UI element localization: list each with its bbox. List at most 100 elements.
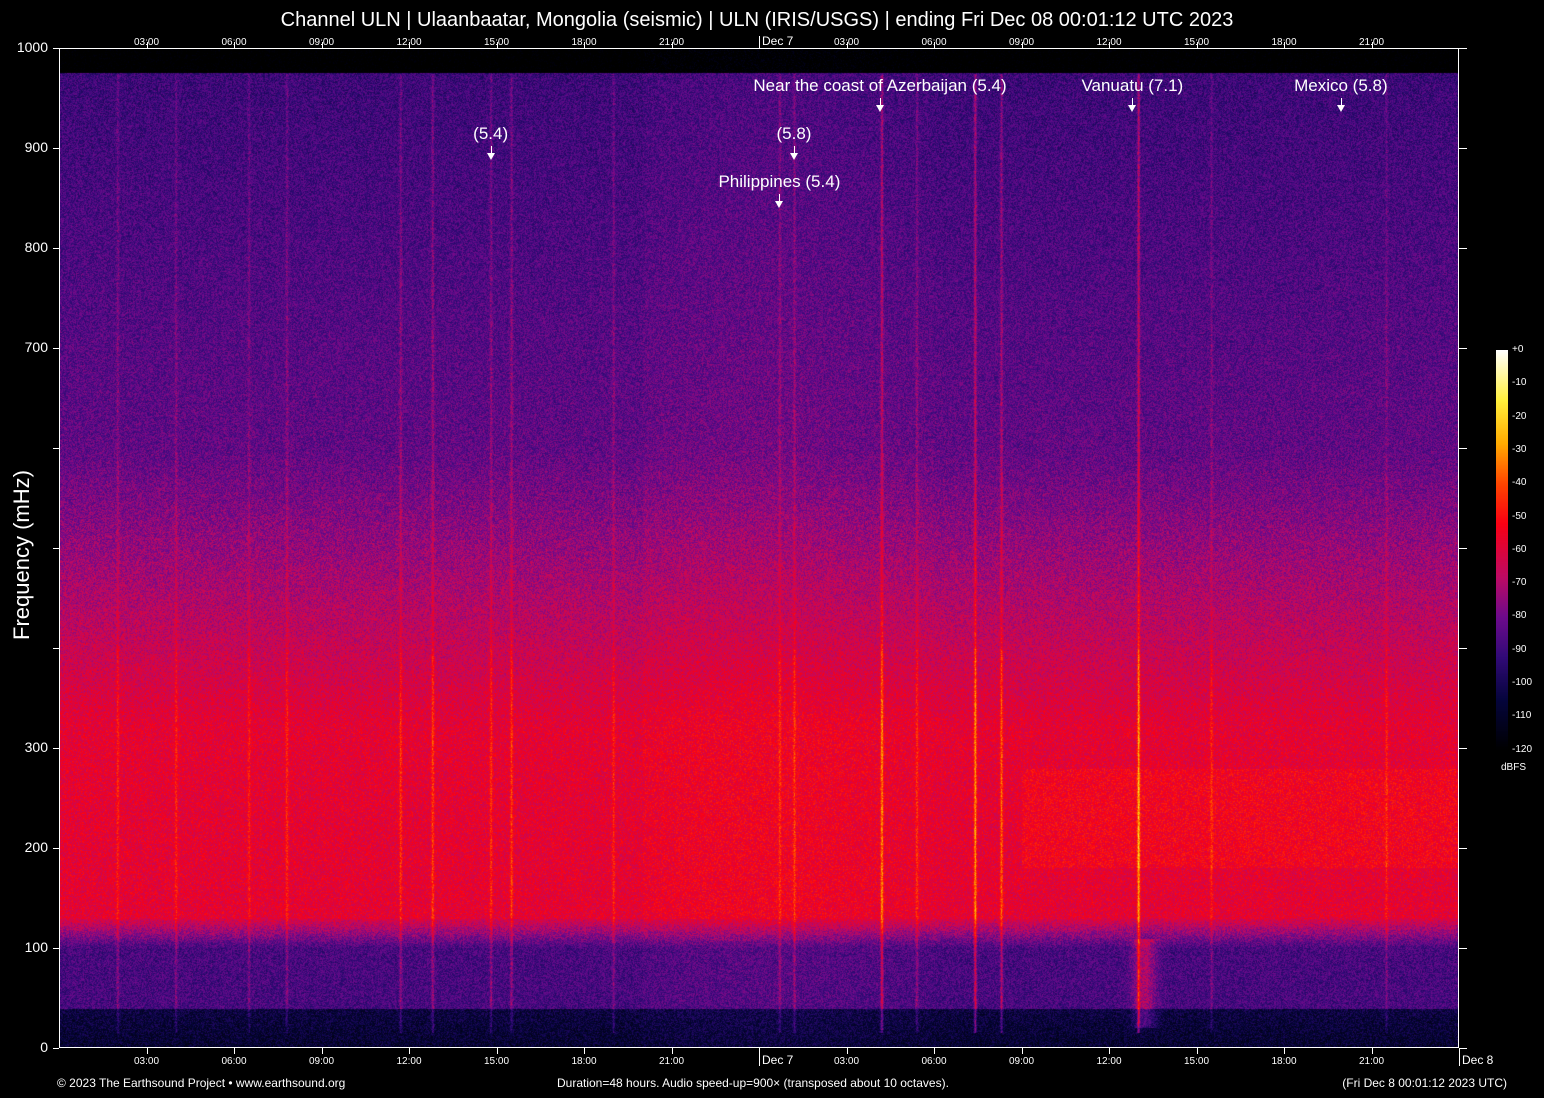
x-tick-label: 03:00 xyxy=(134,1056,159,1067)
x-tick-label-top: 09:00 xyxy=(1009,37,1034,48)
y-tick-mark xyxy=(53,48,59,49)
y-tick-mark xyxy=(53,148,59,149)
event-label: Vanuatu (7.1) xyxy=(1081,76,1183,96)
x-tick-label-top: 09:00 xyxy=(309,37,334,48)
x-tick-label: 09:00 xyxy=(1009,1056,1034,1067)
y-tick-label: 900 xyxy=(8,139,48,155)
y-tick-mark-right xyxy=(1459,548,1467,549)
x-tick-label-top: 21:00 xyxy=(1359,37,1384,48)
x-tick-label-top: 12:00 xyxy=(396,37,421,48)
end-time: (Fri Dec 8 00:01:12 2023 UTC) xyxy=(1342,1076,1507,1090)
x-tick-label-top: 03:00 xyxy=(134,37,159,48)
x-tick-mark xyxy=(584,1048,585,1054)
colorbar-tick-label: +0 xyxy=(1512,344,1523,355)
y-tick-label: 0 xyxy=(8,1039,48,1055)
x-tick-label: 21:00 xyxy=(659,1056,684,1067)
event-label: (5.4) xyxy=(473,124,508,144)
copyright: © 2023 The Earthsound Project • www.eart… xyxy=(57,1076,345,1090)
y-tick-label: 300 xyxy=(8,739,48,755)
event-label: Mexico (5.8) xyxy=(1294,76,1388,96)
x-tick-label: 21:00 xyxy=(1359,1056,1384,1067)
colorbar xyxy=(1496,350,1508,750)
duration-note: Duration=48 hours. Audio speed-up=900× (… xyxy=(557,1076,949,1090)
y-tick-mark-right xyxy=(1459,648,1467,649)
event-arrow-head-icon xyxy=(1337,105,1345,112)
x-tick-label: 03:00 xyxy=(834,1056,859,1067)
y-axis-label: Frequency (mHz) xyxy=(9,470,35,640)
x-tick-mark xyxy=(322,1048,323,1054)
colorbar-tick-label: -70 xyxy=(1512,577,1526,588)
y-tick-mark xyxy=(53,248,59,249)
y-tick-label: 1000 xyxy=(8,39,48,55)
colorbar-tick-label: -120 xyxy=(1512,744,1532,755)
colorbar-tick-label: -110 xyxy=(1512,710,1531,721)
x-tick-label: 18:00 xyxy=(1271,1056,1296,1067)
x-tick-label: 09:00 xyxy=(309,1056,334,1067)
x-tick-label-top: 03:00 xyxy=(834,37,859,48)
x-tick-label: 15:00 xyxy=(484,1056,509,1067)
x-tick-label-top: 18:00 xyxy=(1271,37,1296,48)
x-tick-label-top: 21:00 xyxy=(659,37,684,48)
colorbar-tick-label: -20 xyxy=(1512,411,1526,422)
x-tick-label-top: 12:00 xyxy=(1096,37,1121,48)
x-tick-mark xyxy=(1197,1048,1198,1054)
y-tick-mark xyxy=(53,448,59,449)
y-tick-label: 200 xyxy=(8,839,48,855)
x-tick-mark xyxy=(847,1048,848,1054)
colorbar-tick-label: -10 xyxy=(1512,377,1526,388)
y-tick-mark-right xyxy=(1459,248,1467,249)
colorbar-tick-label: -40 xyxy=(1512,477,1526,488)
colorbar-tick-label: -50 xyxy=(1512,511,1526,522)
y-tick-mark xyxy=(53,648,59,649)
x-tick-mark xyxy=(1109,1048,1110,1054)
x-tick-label: 12:00 xyxy=(396,1056,421,1067)
day-label: Dec 8 xyxy=(1462,1053,1493,1067)
event-arrow-head-icon xyxy=(487,153,495,160)
y-tick-mark-right xyxy=(1459,948,1467,949)
x-tick-mark xyxy=(1284,1048,1285,1054)
x-tick-label-top: 15:00 xyxy=(1184,37,1209,48)
colorbar-tick-label: -90 xyxy=(1512,644,1526,655)
event-label: Near the coast of Azerbaijan (5.4) xyxy=(753,76,1006,96)
x-tick-label: 12:00 xyxy=(1096,1056,1121,1067)
x-tick-mark xyxy=(1022,1048,1023,1054)
x-tick-mark xyxy=(234,1048,235,1054)
colorbar-tick-label: -100 xyxy=(1512,677,1532,688)
y-tick-mark xyxy=(53,848,59,849)
colorbar-tick-label: -60 xyxy=(1512,544,1526,555)
x-tick-mark xyxy=(934,1048,935,1054)
y-tick-mark xyxy=(53,1048,59,1049)
day-marker xyxy=(759,1048,760,1066)
day-marker-top xyxy=(759,36,760,48)
day-label: Dec 7 xyxy=(762,1053,793,1067)
y-tick-mark-right xyxy=(1459,48,1467,49)
x-tick-label: 18:00 xyxy=(571,1056,596,1067)
y-tick-mark-right xyxy=(1459,448,1467,449)
event-arrow-head-icon xyxy=(790,153,798,160)
y-tick-label: 700 xyxy=(8,339,48,355)
day-label-top: Dec 7 xyxy=(762,34,793,48)
event-arrow-head-icon xyxy=(775,201,783,208)
colorbar-tick-label: -80 xyxy=(1512,610,1526,621)
y-tick-mark-right xyxy=(1459,148,1467,149)
event-arrow-head-icon xyxy=(876,105,884,112)
event-label: Philippines (5.4) xyxy=(718,172,840,192)
y-tick-label: 800 xyxy=(8,239,48,255)
day-marker xyxy=(1459,1048,1460,1066)
y-tick-mark-right xyxy=(1459,848,1467,849)
event-label: (5.8) xyxy=(777,124,812,144)
x-tick-label: 15:00 xyxy=(1184,1056,1209,1067)
y-tick-mark-right xyxy=(1459,348,1467,349)
y-tick-mark-right xyxy=(1459,748,1467,749)
x-tick-mark xyxy=(672,1048,673,1054)
y-tick-mark xyxy=(53,948,59,949)
x-tick-mark xyxy=(1372,1048,1373,1054)
spectrogram-heatmap xyxy=(59,48,1459,1048)
y-tick-mark xyxy=(53,548,59,549)
x-tick-label-top: 18:00 xyxy=(571,37,596,48)
event-arrow-head-icon xyxy=(1128,105,1136,112)
y-tick-mark xyxy=(53,348,59,349)
colorbar-unit: dBFS xyxy=(1501,762,1526,773)
x-tick-label-top: 06:00 xyxy=(921,37,946,48)
x-tick-mark xyxy=(147,1048,148,1054)
